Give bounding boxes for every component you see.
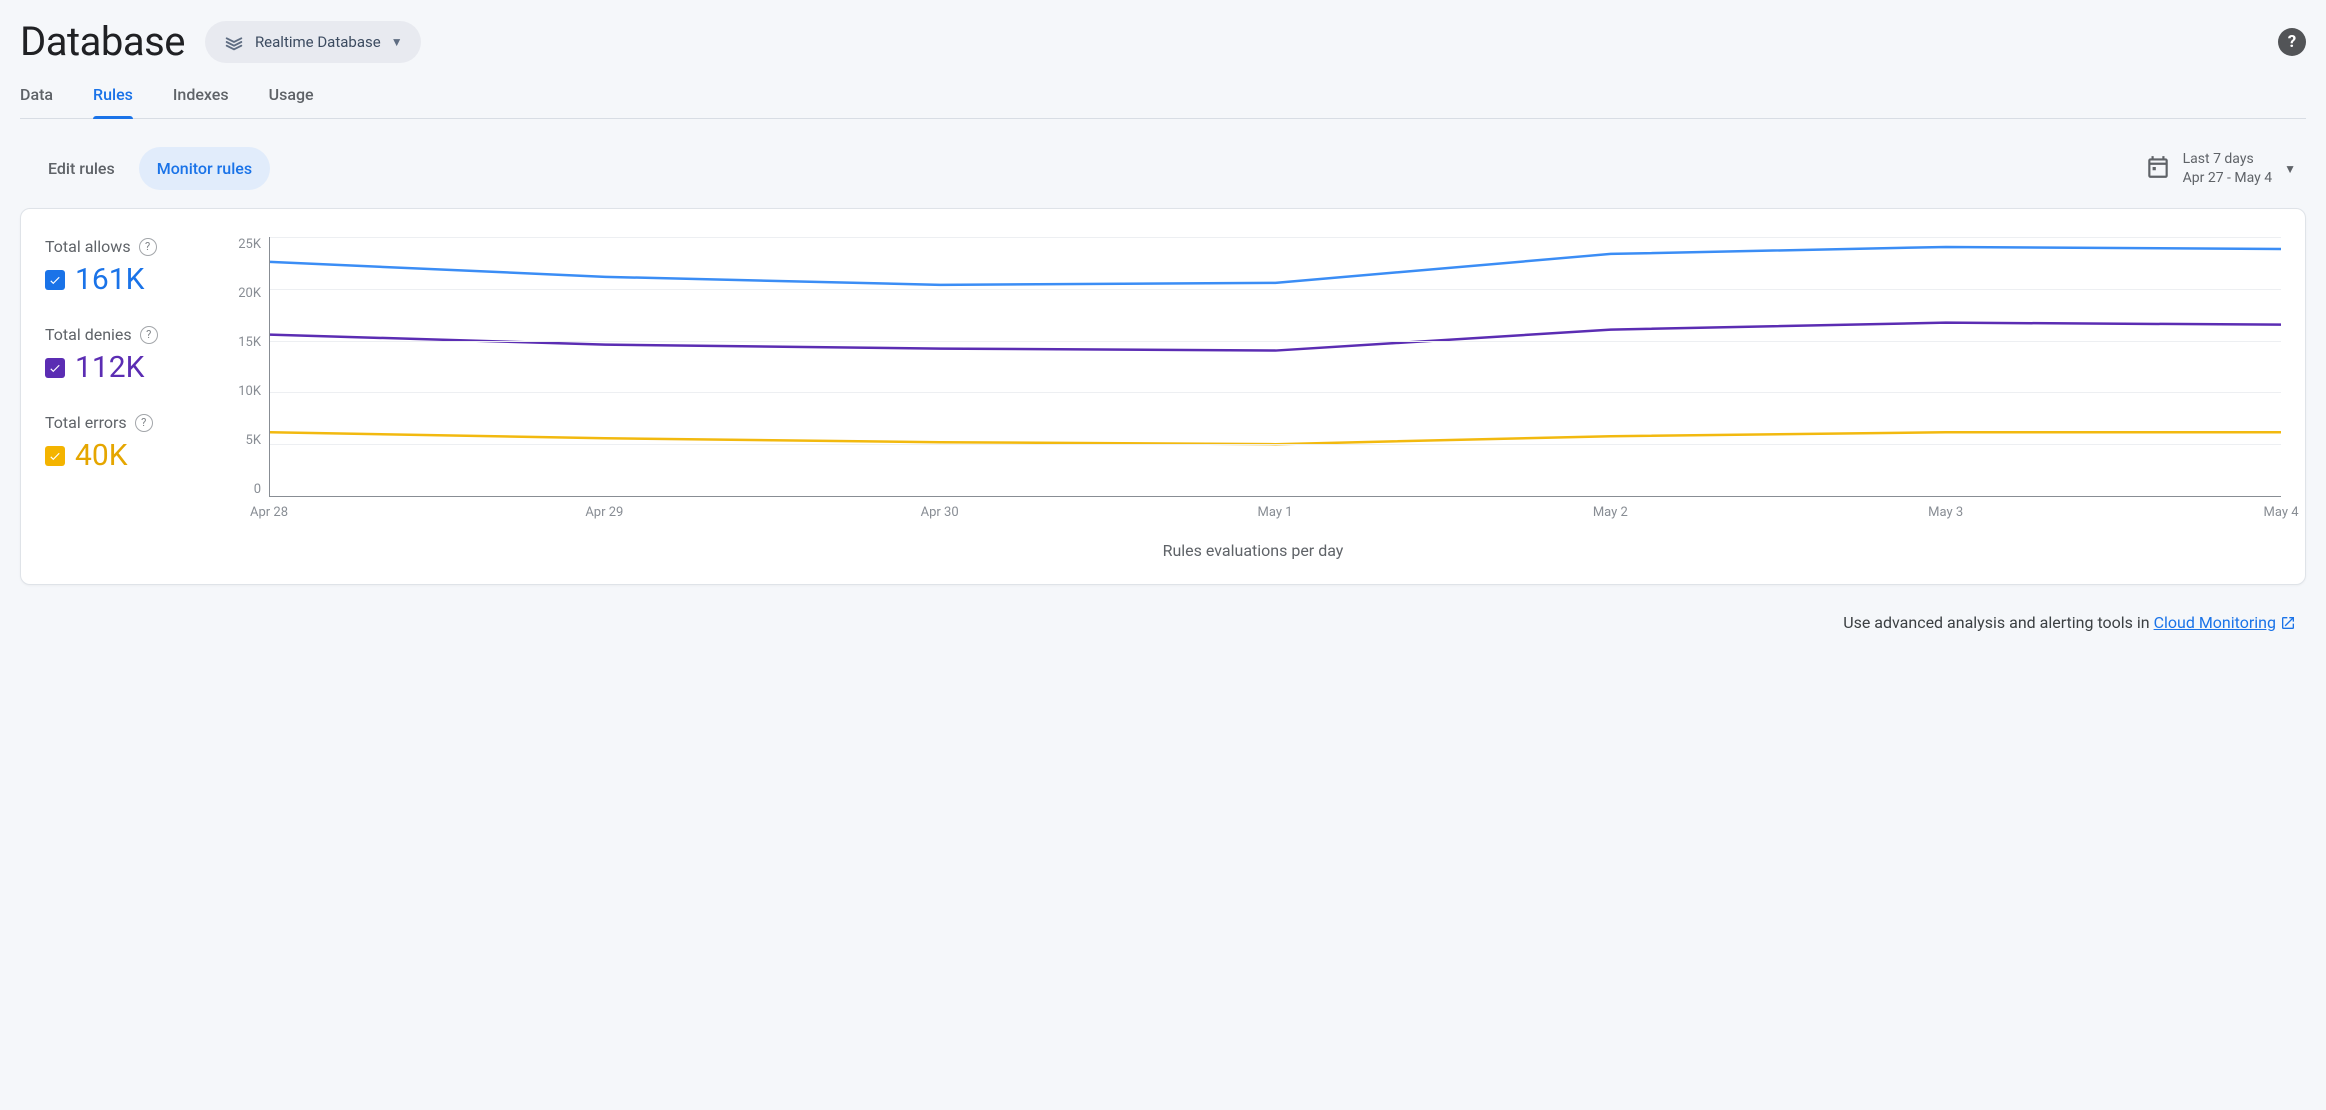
y-tick: 10K: [238, 384, 261, 399]
y-tick: 25K: [238, 237, 261, 252]
database-selector-label: Realtime Database: [255, 33, 381, 51]
top-tab-data[interactable]: Data: [20, 75, 53, 118]
chart-legend: Total allows ? 161K Total denies ?: [45, 237, 195, 560]
legend-errors-value: 40K: [75, 438, 128, 473]
calendar-icon: [2145, 154, 2171, 184]
legend-allows-label: Total allows: [45, 237, 131, 256]
chart-series-total-denies: [270, 323, 2281, 351]
legend-errors-checkbox[interactable]: [45, 446, 65, 466]
database-selector-dropdown[interactable]: Realtime Database ▼: [205, 21, 421, 63]
x-tick: Apr 28: [250, 505, 288, 520]
chart-series-total-allows: [270, 247, 2281, 285]
y-tick: 0: [254, 482, 261, 497]
date-range-picker[interactable]: Last 7 days Apr 27 - May 4 ▼: [2145, 150, 2306, 186]
x-tick: May 4: [2263, 505, 2298, 520]
help-button[interactable]: ?: [2278, 28, 2306, 56]
help-icon[interactable]: ?: [135, 414, 153, 432]
date-range-dates: Apr 27 - May 4: [2183, 169, 2272, 187]
chart-y-axis: 25K 20K 15K 10K 5K 0: [225, 237, 269, 497]
y-tick: 20K: [238, 286, 261, 301]
x-tick: May 3: [1928, 505, 1963, 520]
top-tab-usage[interactable]: Usage: [269, 75, 314, 118]
chevron-down-icon: ▼: [391, 35, 403, 49]
top-tab-indexes[interactable]: Indexes: [173, 75, 229, 118]
help-icon[interactable]: ?: [140, 326, 158, 344]
y-tick: 5K: [246, 433, 261, 448]
x-tick: Apr 29: [585, 505, 623, 520]
external-link-icon: [2280, 615, 2296, 631]
y-tick: 15K: [238, 335, 261, 350]
legend-allows-checkbox[interactable]: [45, 270, 65, 290]
top-tab-rules[interactable]: Rules: [93, 75, 133, 118]
legend-item-allows: Total allows ? 161K: [45, 237, 195, 297]
chart-series-total-errors: [270, 432, 2281, 444]
cloud-monitoring-link[interactable]: Cloud Monitoring: [2154, 613, 2296, 632]
legend-allows-value: 161K: [75, 262, 144, 297]
monitor-rules-card: Total allows ? 161K Total denies ?: [20, 208, 2306, 585]
rules-chart: 25K 20K 15K 10K 5K 0: [225, 237, 2281, 497]
chart-plot-area: [269, 237, 2281, 497]
date-range-label: Last 7 days: [2183, 150, 2272, 168]
legend-denies-checkbox[interactable]: [45, 358, 65, 378]
chart-title: Rules evaluations per day: [225, 541, 2281, 560]
subtab-edit-rules[interactable]: Edit rules: [30, 147, 133, 190]
footer-prefix-text: Use advanced analysis and alerting tools…: [1843, 613, 2153, 632]
x-tick: May 2: [1593, 505, 1628, 520]
page-title: Database: [20, 18, 185, 65]
x-tick: Apr 30: [921, 505, 959, 520]
top-tabs: Data Rules Indexes Usage: [20, 75, 2306, 119]
help-icon[interactable]: ?: [139, 238, 157, 256]
cloud-monitoring-hint: Use advanced analysis and alerting tools…: [20, 613, 2306, 632]
legend-item-errors: Total errors ? 40K: [45, 413, 195, 473]
chart-x-axis: Apr 28Apr 29Apr 30May 1May 2May 3May 4: [269, 505, 2281, 525]
legend-denies-value: 112K: [75, 350, 144, 385]
legend-item-denies: Total denies ? 112K: [45, 325, 195, 385]
chevron-down-icon: ▼: [2284, 162, 2296, 176]
realtime-database-icon: [223, 31, 245, 53]
subtab-monitor-rules[interactable]: Monitor rules: [139, 147, 270, 190]
legend-errors-label: Total errors: [45, 413, 127, 432]
x-tick: May 1: [1257, 505, 1292, 520]
legend-denies-label: Total denies: [45, 325, 132, 344]
